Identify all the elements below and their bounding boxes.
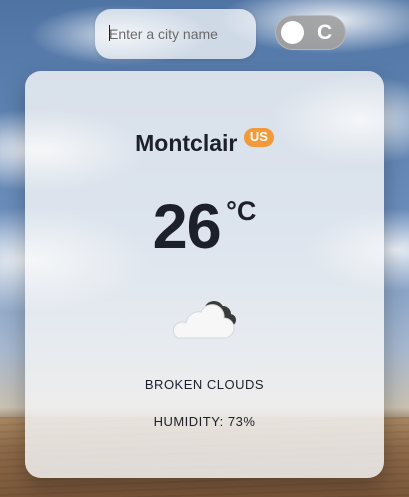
unit-toggle-label: C — [317, 21, 333, 44]
temperature-unit: °C — [226, 196, 257, 226]
weather-card: Montclair US 26 °C BROKEN CLOUDS HUMIDIT… — [25, 71, 384, 478]
country-badge: US — [243, 128, 274, 147]
temperature-row: 26 °C — [25, 196, 384, 259]
text-caret — [109, 25, 110, 41]
search-container[interactable] — [95, 9, 256, 59]
city-search-input[interactable] — [107, 25, 244, 43]
unit-toggle[interactable]: C — [275, 15, 346, 50]
toggle-knob — [281, 21, 304, 44]
weather-condition: BROKEN CLOUDS — [144, 377, 265, 392]
temperature-value: 26 — [152, 192, 222, 262]
location-row: Montclair US — [25, 128, 384, 157]
humidity-info: HUMIDITY: 73% — [153, 414, 256, 429]
broken-clouds-icon — [170, 295, 240, 345]
city-name: Montclair — [135, 130, 238, 156]
